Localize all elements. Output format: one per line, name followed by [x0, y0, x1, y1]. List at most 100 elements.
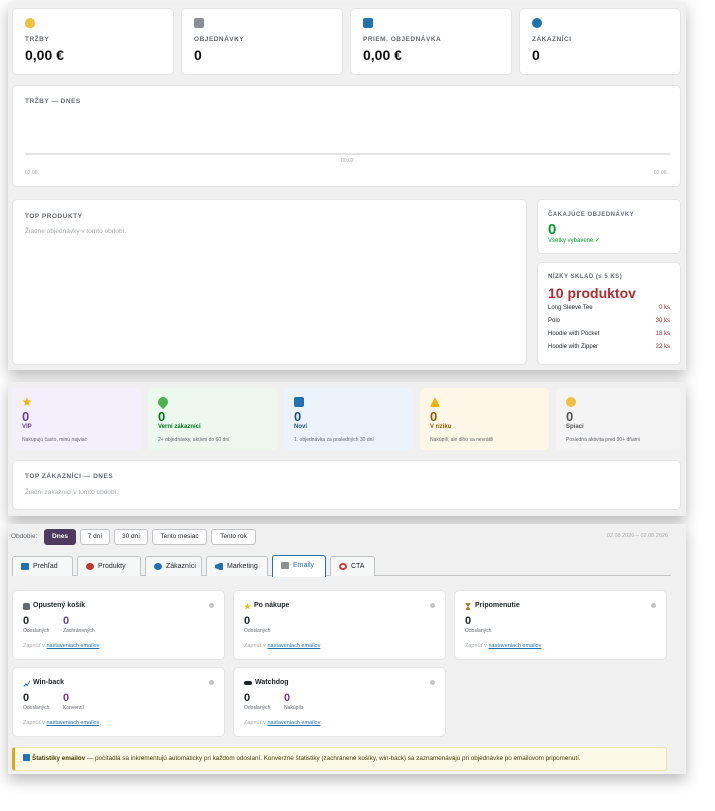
segment-name: V riziku — [430, 424, 452, 430]
segment-card-loyal[interactable]: 0 Verní zákazníci 2+ objednávky, aktívni… — [148, 388, 277, 450]
status-dot — [209, 680, 214, 685]
email-card-after-purchase: Po nákupe 0 Odoslaných Zapnúť v nastaven… — [233, 590, 446, 660]
settings-link-text: Zapnúť v nastaveniach emailov — [465, 643, 542, 649]
email-card-abandoned-cart: Opustený košík 0 Odoslaných 0 Zachránený… — [12, 590, 225, 660]
period-label: Obdobie: — [11, 533, 38, 540]
sales-line-chart — [25, 153, 670, 155]
empty-message: Žiadni zákazníci v tomto období. — [25, 489, 119, 496]
email-settings-link[interactable]: nastaveniach emailov — [46, 720, 99, 726]
email-card-title: Opustený košík — [33, 602, 86, 609]
settings-link-text: Zapnúť v nastaveniach emailov — [23, 643, 100, 649]
stat-value: 0 — [465, 615, 472, 627]
stat-value: 0 — [194, 47, 202, 63]
list-item: Polo 30 ks — [548, 318, 670, 324]
list-item: Hoodie with Zipper 22 ks — [548, 344, 670, 350]
x-tick-label: 02.08. — [654, 170, 668, 176]
tab-products[interactable]: Produkty — [77, 556, 141, 576]
period-button-7-days[interactable]: 7 dní — [80, 529, 110, 545]
segment-count: 0 — [158, 409, 166, 424]
email-settings-link[interactable]: nastaveniach emailov — [267, 643, 320, 649]
email-card-watchdog: Watchdog 0 Odoslaných 0 Nakúpilo Zapnúť … — [233, 667, 446, 737]
segment-card-sleeping[interactable]: 0 Spiaci Posledná aktivita pred 90+ dňam… — [556, 388, 681, 450]
tab-marketing[interactable]: Marketing — [206, 556, 268, 576]
empty-message: Žiadne objednávky v tomto období. — [25, 228, 127, 235]
section-title: TOP PRODUKTY — [25, 213, 83, 220]
segment-name: Spiaci — [566, 424, 584, 430]
low-stock-count: 10 produktov — [548, 285, 636, 301]
email-card-reminder: Pripomenutie 0 Odoslaných Zapnúť v nasta… — [454, 590, 667, 660]
tab-overview[interactable]: Prehľad — [12, 556, 73, 576]
hourglass-icon — [465, 603, 471, 610]
stat-label: Konverzií — [63, 705, 84, 711]
info-text: — počítadlá sa inkrementujú automaticky … — [85, 755, 581, 762]
eyes-icon — [244, 681, 252, 685]
sleepy-face-icon — [566, 397, 576, 407]
stat-card-sales: TRŽBY 0,00 € — [12, 8, 174, 75]
stat-value: 0 — [23, 692, 30, 704]
period-button-this-year[interactable]: Tento rok — [211, 529, 256, 545]
x-tick-label: 02.08. — [25, 170, 39, 176]
stat-label: ZÁKAZNÍCI — [532, 36, 572, 43]
target-icon — [339, 563, 347, 570]
section-title: NÍZKY SKLAD (≤ 5 KS) — [548, 274, 623, 280]
money-bag-icon — [25, 18, 35, 28]
sales-chart-card: TRŽBY — DNES 00:02 02.08. 02.08. — [12, 85, 681, 187]
email-settings-link[interactable]: nastaveniach emailov — [46, 643, 99, 649]
segments-panel: 0 VIP Nakupujú často, minú najviac 0 Ver… — [8, 382, 686, 516]
segment-name: Verní zákazníci — [158, 424, 201, 430]
settings-link-text: Zapnúť v nastaveniach emailov — [244, 643, 321, 649]
info-icon — [23, 754, 30, 761]
settings-link-text: Zapnúť v nastaveniach emailov — [23, 720, 100, 726]
overview-panel: TRŽBY 0,00 € OBJEDNÁVKY 0 PRIEM. OBJEDNÁ… — [8, 2, 686, 370]
stat-label: OBJEDNÁVKY — [194, 36, 245, 43]
segment-count: 0 — [430, 409, 438, 424]
email-settings-link[interactable]: nastaveniach emailov — [488, 643, 541, 649]
stat-card-customers: ZÁKAZNÍCI 0 — [519, 8, 681, 75]
segment-card-vip[interactable]: 0 VIP Nakupujú často, minú najviac — [12, 388, 141, 450]
section-title: ČAKAJÚCE OBJEDNÁVKY — [548, 212, 635, 218]
status-dot — [209, 603, 214, 608]
status-dot — [430, 680, 435, 685]
stat-label: Nakúpilo — [284, 705, 304, 711]
period-button-30-days[interactable]: 30 dní — [114, 529, 148, 545]
cart-icon — [23, 603, 30, 610]
megaphone-icon — [215, 563, 223, 570]
stat-label: PRIEM. OBJEDNÁVKA — [363, 36, 442, 43]
star-icon — [244, 603, 251, 610]
stat-card-orders: OBJEDNÁVKY 0 — [181, 8, 343, 75]
period-button-today[interactable]: Dnes — [44, 529, 76, 545]
segment-description: 1. objednávka za posledných 30 dní — [294, 437, 374, 443]
pending-orders-card: ČAKAJÚCE OBJEDNÁVKY 0 Všetky vybavené ✓ — [537, 199, 681, 254]
email-card-win-back: Win-back 0 Odoslaných 0 Konverzií Zapnúť… — [12, 667, 225, 737]
segment-card-new[interactable]: 0 Noví 1. objednávka za posledných 30 dn… — [284, 388, 413, 450]
tab-emails[interactable]: Emaily — [272, 555, 326, 577]
email-card-title: Watchdog — [255, 679, 289, 686]
trend-icon — [23, 680, 30, 687]
stat-value: 0 — [532, 47, 540, 63]
segment-card-at-risk[interactable]: 0 V riziku Nakúpili, ale dlho sa nevráti… — [420, 388, 549, 450]
settings-link-text: Zapnúť v nastaveniach emailov — [244, 720, 321, 726]
tab-cta[interactable]: CTA — [330, 556, 375, 576]
stat-value: 0 — [63, 615, 70, 627]
period-button-this-month[interactable]: Tento mesiac — [152, 529, 207, 545]
info-bold-text: Štatistiky emailov — [32, 755, 86, 762]
tab-customers[interactable]: Zákazníci — [145, 556, 202, 576]
segment-count: 0 — [294, 409, 302, 424]
top-customers-card: TOP ZÁKAZNÍCI — DNES Žiadni zákazníci v … — [12, 460, 681, 510]
stat-value: 0 — [244, 692, 251, 704]
email-card-title: Win-back — [33, 679, 65, 686]
warning-icon — [430, 397, 440, 407]
stat-value: 0,00 € — [25, 47, 64, 63]
email-settings-link[interactable]: nastaveniach emailov — [267, 720, 320, 726]
stat-value: 0 — [244, 615, 251, 627]
cart-icon — [194, 18, 204, 28]
stat-label: TRŽBY — [25, 36, 50, 43]
pending-status: Všetky vybavené ✓ — [548, 238, 601, 244]
pending-count: 0 — [548, 221, 557, 238]
emails-panel: Obdobie: Dnes 7 dní 30 dní Tento mesiac … — [8, 524, 686, 774]
users-icon — [154, 563, 162, 570]
stat-value: 0 — [284, 692, 291, 704]
segment-count: 0 — [566, 409, 574, 424]
stat-label: Odoslaných — [244, 705, 271, 711]
list-item: Long Sleeve Tee 0 ks — [548, 305, 670, 311]
